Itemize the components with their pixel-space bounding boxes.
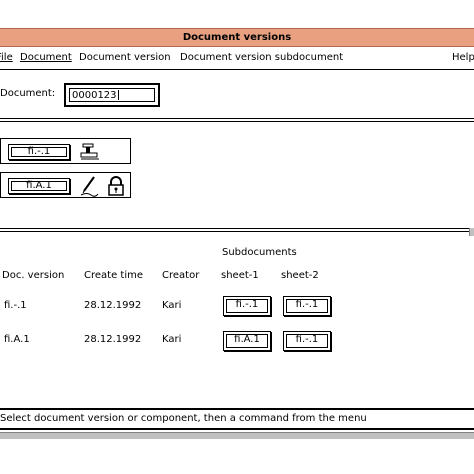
row-1-creator: Kari — [162, 300, 182, 311]
menu-document-version-subdocument-label: Document version subdocument — [180, 52, 344, 63]
document-versions-window: Document versions File Document Document… — [0, 0, 474, 474]
document-label: Document: — [0, 88, 56, 99]
menu-document-version-subdocument[interactable]: Document version subdocument — [180, 52, 343, 63]
column-creator: Creator — [162, 270, 200, 281]
row-2-creator: Kari — [162, 334, 182, 345]
row-2-doc-version: fi.A.1 — [4, 334, 30, 345]
version-button-1-label: fi.-.1 — [27, 146, 51, 157]
menu-bar: File Document Document version Document … — [0, 47, 474, 70]
document-input[interactable]: 0000123 — [64, 83, 160, 107]
status-text: Select document version or component, th… — [0, 413, 367, 424]
menu-help-label: Help — [452, 52, 474, 63]
row-2-sheet-2-button[interactable]: fi.-.1 — [283, 331, 331, 351]
row-1-create-time: 28.12.1992 — [84, 300, 142, 311]
version-button-2[interactable]: fi.A.1 — [8, 178, 70, 194]
stamp-icon — [80, 143, 99, 160]
row-2-create-time: 28.12.1992 — [84, 334, 142, 345]
row-2-sheet-2-label: fi.-.1 — [295, 334, 319, 345]
splitter-handle[interactable] — [469, 228, 474, 236]
column-sheet-1: sheet-1 — [221, 270, 259, 281]
column-doc-version: Doc. version — [2, 270, 65, 281]
title-bar[interactable]: Document versions — [0, 28, 474, 47]
row-2-sheet-1-label: fi.A.1 — [234, 334, 260, 345]
version-row-1: fi.-.1 — [0, 138, 131, 164]
menu-help[interactable]: Help — [452, 52, 474, 63]
pen-icon — [80, 176, 99, 197]
version-row-2: fi.A.1 — [0, 172, 131, 198]
document-input-value: 0000123 — [72, 90, 117, 101]
separator-top — [0, 118, 474, 122]
row-1-sheet-2-label: fi.-.1 — [295, 299, 319, 310]
row-1-sheet-1-button[interactable]: fi.-.1 — [223, 296, 271, 316]
lock-icon — [108, 176, 124, 196]
row-2-sheet-1-button[interactable]: fi.A.1 — [223, 331, 271, 351]
window-title: Document versions — [182, 32, 292, 43]
menu-file[interactable]: File — [0, 52, 13, 63]
menu-file-label: File — [0, 52, 13, 63]
menu-document[interactable]: Document — [20, 52, 72, 63]
separator-middle — [0, 228, 474, 232]
text-caret — [117, 90, 119, 100]
column-create-time: Create time — [84, 270, 143, 281]
version-button-1[interactable]: fi.-.1 — [8, 144, 70, 160]
row-1-sheet-1-label: fi.-.1 — [235, 299, 259, 310]
status-bar: Select document version or component, th… — [0, 408, 474, 430]
menu-document-label: Document — [20, 52, 72, 63]
window-bottom-frame — [0, 432, 474, 439]
subdocuments-header: Subdocuments — [222, 247, 297, 258]
menu-document-version-label: Document version — [79, 52, 171, 63]
column-sheet-2: sheet-2 — [281, 270, 319, 281]
row-1-doc-version: fi.-.1 — [4, 300, 27, 311]
menu-document-version[interactable]: Document version — [79, 52, 171, 63]
version-button-2-label: fi.A.1 — [26, 180, 52, 191]
row-1-sheet-2-button[interactable]: fi.-.1 — [283, 296, 331, 316]
